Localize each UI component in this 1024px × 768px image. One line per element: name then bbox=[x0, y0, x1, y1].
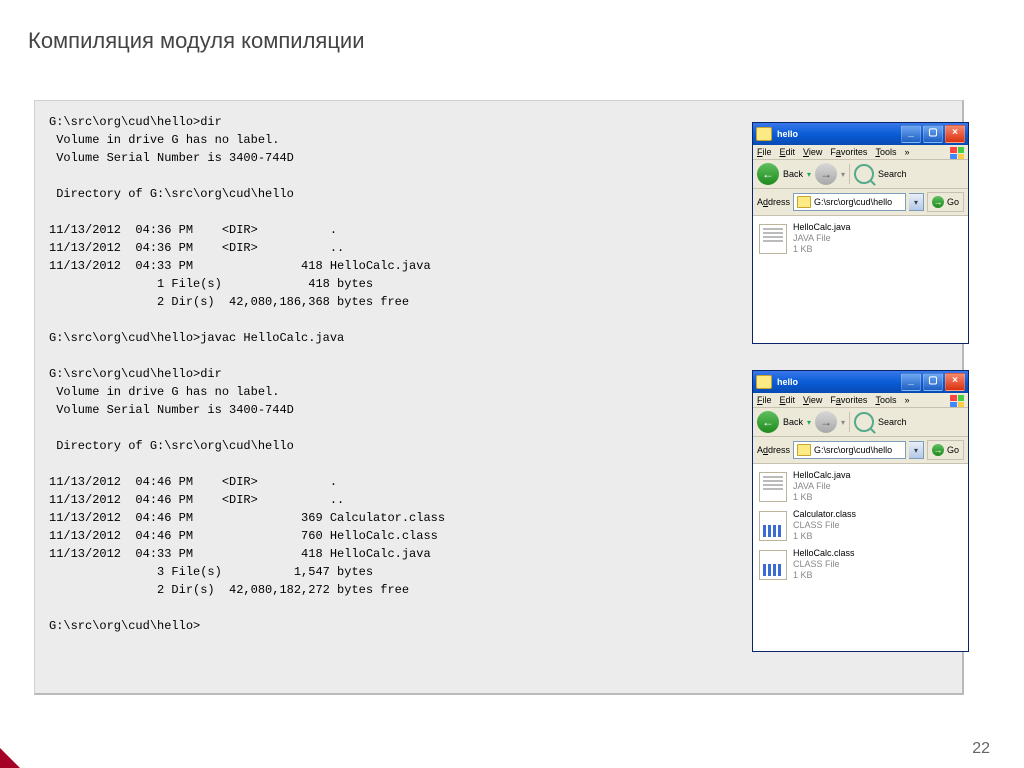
file-item[interactable]: HelloCalc.class CLASS File 1 KB bbox=[759, 548, 962, 581]
file-item[interactable]: HelloCalc.java JAVA File 1 KB bbox=[759, 470, 962, 503]
menu-view[interactable]: View bbox=[803, 147, 822, 157]
toolbar: ← Back ▾ → ▾ Search bbox=[753, 408, 968, 437]
explorer-window-after: hello _ ▢ × File Edit View Favorites Too… bbox=[752, 370, 969, 652]
file-size: 1 KB bbox=[793, 570, 855, 581]
class-file-icon bbox=[759, 550, 787, 580]
slide-corner-accent bbox=[0, 748, 20, 768]
file-item[interactable]: Calculator.class CLASS File 1 KB bbox=[759, 509, 962, 542]
search-icon[interactable] bbox=[854, 412, 874, 432]
address-input[interactable]: G:\src\org\cud\hello bbox=[793, 193, 906, 211]
menu-edit[interactable]: Edit bbox=[780, 147, 796, 157]
address-label: Address bbox=[757, 445, 790, 455]
forward-dropdown-icon[interactable]: ▾ bbox=[841, 170, 845, 179]
address-bar: Address G:\src\org\cud\hello ▾ → Go bbox=[753, 189, 968, 216]
address-dropdown-icon[interactable]: ▾ bbox=[909, 193, 924, 211]
menubar: File Edit View Favorites Tools » bbox=[753, 393, 968, 408]
slide-title: Компиляция модуля компиляции bbox=[28, 28, 365, 54]
folder-icon bbox=[797, 444, 811, 456]
file-name: Calculator.class bbox=[793, 509, 856, 520]
titlebar[interactable]: hello _ ▢ × bbox=[753, 371, 968, 393]
file-type: CLASS File bbox=[793, 520, 856, 531]
file-type: JAVA File bbox=[793, 481, 851, 492]
toolbar: ← Back ▾ → ▾ Search bbox=[753, 160, 968, 189]
go-label: Go bbox=[947, 445, 959, 455]
file-pane[interactable]: HelloCalc.java JAVA File 1 KB Calculator… bbox=[753, 464, 968, 651]
file-item[interactable]: HelloCalc.java JAVA File 1 KB bbox=[759, 222, 962, 255]
address-path: G:\src\org\cud\hello bbox=[814, 197, 892, 207]
go-button[interactable]: → Go bbox=[927, 440, 964, 460]
folder-icon bbox=[797, 196, 811, 208]
window-title: hello bbox=[777, 377, 798, 387]
maximize-button[interactable]: ▢ bbox=[923, 125, 943, 143]
toolbar-separator bbox=[849, 164, 850, 184]
windows-flag-icon bbox=[950, 147, 964, 159]
folder-icon bbox=[756, 127, 772, 141]
menu-tools[interactable]: Tools bbox=[875, 395, 896, 405]
menu-favorites[interactable]: Favorites bbox=[830, 147, 867, 157]
file-type: JAVA File bbox=[793, 233, 851, 244]
class-file-icon bbox=[759, 511, 787, 541]
file-name: HelloCalc.java bbox=[793, 222, 851, 233]
go-button[interactable]: → Go bbox=[927, 192, 964, 212]
menu-file[interactable]: File bbox=[757, 395, 772, 405]
search-label: Search bbox=[878, 417, 907, 427]
address-path: G:\src\org\cud\hello bbox=[814, 445, 892, 455]
menu-more[interactable]: » bbox=[904, 395, 909, 405]
menu-tools[interactable]: Tools bbox=[875, 147, 896, 157]
folder-icon bbox=[756, 375, 772, 389]
menu-view[interactable]: View bbox=[803, 395, 822, 405]
maximize-button[interactable]: ▢ bbox=[923, 373, 943, 391]
menu-edit[interactable]: Edit bbox=[780, 395, 796, 405]
forward-dropdown-icon[interactable]: ▾ bbox=[841, 418, 845, 427]
address-input[interactable]: G:\src\org\cud\hello bbox=[793, 441, 906, 459]
search-icon[interactable] bbox=[854, 164, 874, 184]
close-button[interactable]: × bbox=[945, 125, 965, 143]
minimize-button[interactable]: _ bbox=[901, 125, 921, 143]
file-name: HelloCalc.class bbox=[793, 548, 855, 559]
minimize-button[interactable]: _ bbox=[901, 373, 921, 391]
menubar: File Edit View Favorites Tools » bbox=[753, 145, 968, 160]
page-number: 22 bbox=[972, 740, 990, 758]
back-button[interactable]: ← bbox=[757, 163, 779, 185]
back-button[interactable]: ← bbox=[757, 411, 779, 433]
go-arrow-icon: → bbox=[932, 444, 944, 456]
java-file-icon bbox=[759, 472, 787, 502]
java-file-icon bbox=[759, 224, 787, 254]
file-name: HelloCalc.java bbox=[793, 470, 851, 481]
explorer-window-before: hello _ ▢ × File Edit View Favorites Too… bbox=[752, 122, 969, 344]
back-dropdown-icon[interactable]: ▾ bbox=[807, 418, 811, 427]
address-dropdown-icon[interactable]: ▾ bbox=[909, 441, 924, 459]
forward-button[interactable]: → bbox=[815, 163, 837, 185]
back-label: Back bbox=[783, 169, 803, 179]
titlebar[interactable]: hello _ ▢ × bbox=[753, 123, 968, 145]
address-label: Address bbox=[757, 197, 790, 207]
file-size: 1 KB bbox=[793, 492, 851, 503]
file-type: CLASS File bbox=[793, 559, 855, 570]
back-dropdown-icon[interactable]: ▾ bbox=[807, 170, 811, 179]
back-label: Back bbox=[783, 417, 803, 427]
file-size: 1 KB bbox=[793, 531, 856, 542]
go-arrow-icon: → bbox=[932, 196, 944, 208]
menu-file[interactable]: File bbox=[757, 147, 772, 157]
toolbar-separator bbox=[849, 412, 850, 432]
file-pane[interactable]: HelloCalc.java JAVA File 1 KB bbox=[753, 216, 968, 343]
menu-favorites[interactable]: Favorites bbox=[830, 395, 867, 405]
forward-button[interactable]: → bbox=[815, 411, 837, 433]
window-title: hello bbox=[777, 129, 798, 139]
file-size: 1 KB bbox=[793, 244, 851, 255]
go-label: Go bbox=[947, 197, 959, 207]
close-button[interactable]: × bbox=[945, 373, 965, 391]
menu-more[interactable]: » bbox=[904, 147, 909, 157]
address-bar: Address G:\src\org\cud\hello ▾ → Go bbox=[753, 437, 968, 464]
windows-flag-icon bbox=[950, 395, 964, 407]
search-label: Search bbox=[878, 169, 907, 179]
